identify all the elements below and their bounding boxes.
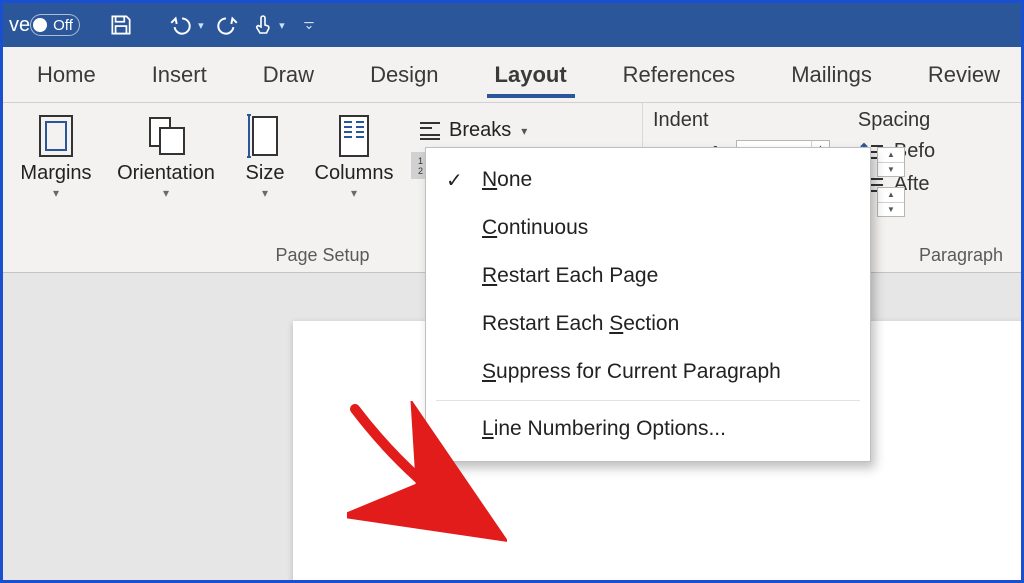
spin-up-icon[interactable]: ▲: [878, 188, 904, 202]
undo-icon: [168, 12, 194, 38]
spacing-header: Spacing: [858, 109, 935, 132]
tab-home[interactable]: Home: [9, 47, 124, 102]
tab-review[interactable]: Review: [900, 47, 1024, 102]
spin-down-icon[interactable]: ▼: [878, 162, 904, 177]
menu-item-suppress[interactable]: Suppress for Current Paragraph: [426, 348, 870, 396]
hidden-spinner-1[interactable]: ▲ ▼: [877, 147, 905, 177]
check-icon: ✓: [446, 168, 463, 193]
redo-icon: [214, 12, 240, 38]
margins-button[interactable]: Margins ▾: [9, 111, 103, 200]
save-button[interactable]: [104, 8, 138, 42]
chevron-down-icon: ▾: [262, 186, 268, 200]
chevron-down-icon: ▾: [351, 186, 357, 200]
svg-text:2: 2: [418, 166, 423, 176]
orientation-button[interactable]: Orientation ▾: [103, 111, 229, 200]
tab-draw[interactable]: Draw: [235, 47, 342, 102]
menu-item-options[interactable]: Line Numbering Options...: [426, 405, 870, 453]
chevron-down-icon: ▾: [279, 19, 285, 32]
spin-up-icon[interactable]: ▲: [878, 148, 904, 162]
tab-layout[interactable]: Layout: [467, 47, 595, 102]
spin-down-icon[interactable]: ▼: [878, 202, 904, 217]
chevron-down-icon: ▾: [163, 186, 169, 200]
customize-icon: [302, 18, 316, 32]
menu-item-continuous[interactable]: Continuous: [426, 204, 870, 252]
tab-insert[interactable]: Insert: [124, 47, 235, 102]
orientation-icon: [144, 114, 188, 158]
autosave-prefix: ve: [9, 14, 30, 37]
touch-icon: [251, 13, 275, 37]
undo-button[interactable]: ▾: [162, 8, 210, 42]
title-bar: ve Off ▾: [3, 3, 1021, 47]
save-icon: [108, 12, 134, 38]
menu-separator: [436, 400, 860, 401]
chevron-down-icon: ▾: [521, 124, 527, 138]
line-numbers-menu: ✓ None Continuous Restart Each Page Rest…: [425, 147, 871, 462]
menu-item-restart-page[interactable]: Restart Each Page: [426, 252, 870, 300]
indent-header: Indent: [653, 109, 830, 132]
app-window: ve Off ▾: [0, 0, 1024, 583]
redo-button[interactable]: [210, 8, 244, 42]
menu-item-none[interactable]: ✓ None: [426, 156, 870, 204]
breaks-icon: [418, 121, 442, 141]
tab-design[interactable]: Design: [342, 47, 466, 102]
tab-references[interactable]: References: [595, 47, 764, 102]
autosave-toggle[interactable]: Off: [30, 14, 80, 36]
margins-icon: [36, 114, 76, 158]
autosave-knob-icon: [33, 18, 47, 32]
chevron-down-icon: ▾: [198, 19, 204, 32]
group-label-paragraph: Paragraph: [919, 245, 1003, 266]
menu-item-restart-section[interactable]: Restart Each Section: [426, 300, 870, 348]
tab-mailings[interactable]: Mailings: [763, 47, 900, 102]
qat-customize-button[interactable]: [292, 8, 326, 42]
size-button[interactable]: Size ▾: [229, 111, 301, 200]
breaks-button[interactable]: Breaks ▾: [411, 117, 603, 144]
chevron-down-icon: ▾: [53, 186, 59, 200]
svg-text:1: 1: [418, 156, 423, 166]
columns-icon: [334, 114, 374, 158]
size-icon: [245, 113, 285, 159]
autosave-state: Off: [53, 17, 73, 34]
columns-button[interactable]: Columns ▾: [301, 111, 407, 200]
ribbon-tabs: Home Insert Draw Design Layout Reference…: [3, 47, 1021, 103]
hidden-spinner-2[interactable]: ▲ ▼: [877, 187, 905, 217]
touch-mode-button[interactable]: ▾: [244, 8, 292, 42]
